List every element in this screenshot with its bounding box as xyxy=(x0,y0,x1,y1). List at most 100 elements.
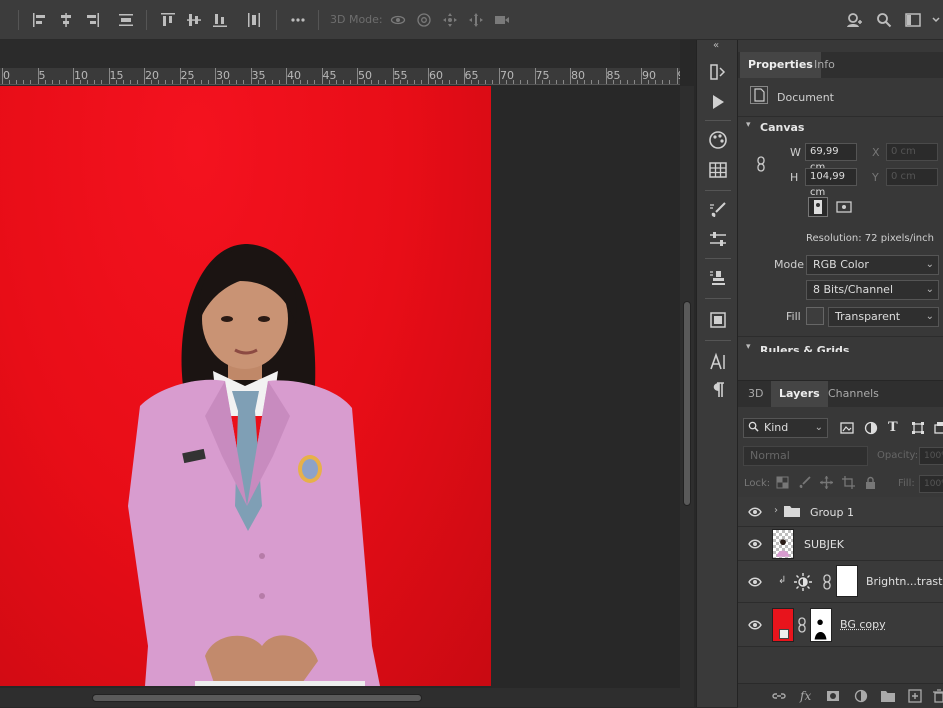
roll-3d-icon[interactable] xyxy=(416,12,432,28)
layer-thumbnail xyxy=(772,608,794,642)
lock-artboard-icon[interactable] xyxy=(842,476,855,489)
lock-image-pixels-icon[interactable] xyxy=(798,476,811,489)
portrait-orientation-button[interactable] xyxy=(808,197,828,217)
color-mode-dropdown[interactable]: RGB Color ⌄ xyxy=(806,255,939,275)
ruler-tick xyxy=(449,80,450,84)
canvas-workspace[interactable] xyxy=(0,86,680,688)
swatches-grid-icon[interactable] xyxy=(708,160,728,180)
slide-3d-icon[interactable] xyxy=(468,12,484,28)
canvas-section-title[interactable]: Canvas xyxy=(760,121,804,134)
document-canvas-photo[interactable] xyxy=(0,86,491,686)
ruler-tick xyxy=(677,68,678,84)
layer-kind-filter-dropdown[interactable]: Kind ⌄ xyxy=(743,418,828,438)
align-top-icon[interactable] xyxy=(160,12,176,28)
glyphs-panel-icon[interactable] xyxy=(708,310,728,330)
layer-row-subjek[interactable]: SUBJEK xyxy=(738,527,943,561)
opacity-field[interactable]: 100% xyxy=(919,447,943,465)
chevron-down-icon[interactable]: ▾ xyxy=(746,342,751,352)
link-dimensions-icon[interactable] xyxy=(756,156,766,172)
history-icon[interactable] xyxy=(708,62,728,82)
visibility-eye-icon[interactable] xyxy=(748,576,762,588)
delete-layer-trash-icon[interactable] xyxy=(932,689,943,703)
filter-smart-object-icon[interactable] xyxy=(933,421,943,435)
add-mask-icon[interactable] xyxy=(826,689,840,703)
separator xyxy=(146,10,147,30)
link-layers-icon[interactable] xyxy=(772,689,786,703)
share-user-icon[interactable] xyxy=(846,12,862,28)
landscape-orientation-button[interactable] xyxy=(834,197,854,217)
pan-3d-icon[interactable] xyxy=(442,12,458,28)
lock-all-icon[interactable] xyxy=(864,476,877,489)
collapse-panels-icon[interactable]: « xyxy=(713,40,719,51)
lock-transparent-pixels-icon[interactable] xyxy=(776,476,789,489)
align-left-icon[interactable] xyxy=(32,12,48,28)
tab-info[interactable]: Info xyxy=(806,52,843,78)
layer-row-group-1[interactable]: › Group 1 xyxy=(738,497,943,527)
layer-style-fx-icon[interactable]: fx xyxy=(800,689,814,703)
visibility-eye-icon[interactable] xyxy=(748,619,762,631)
ruler-tick xyxy=(52,80,53,84)
fill-dropdown[interactable]: Transparent ⌄ xyxy=(828,307,939,327)
distribute-vertical-icon[interactable] xyxy=(246,12,262,28)
search-icon[interactable] xyxy=(876,12,892,28)
layer-name: Group 1 xyxy=(810,506,854,519)
clone-source-stamp-icon[interactable] xyxy=(708,268,728,288)
orbit-3d-icon[interactable] xyxy=(390,12,406,28)
filter-pixel-icon[interactable] xyxy=(840,421,854,435)
new-layer-icon[interactable] xyxy=(908,689,922,703)
tab-3d[interactable]: 3D xyxy=(740,381,771,407)
vertical-scrollbar[interactable] xyxy=(680,86,694,688)
clipping-mask-arrow-icon: ↲ xyxy=(778,575,786,586)
horizontal-scrollbar[interactable] xyxy=(0,688,694,707)
distribute-icon[interactable] xyxy=(118,12,134,28)
ruler-tick xyxy=(634,80,635,84)
scrollbar-thumb[interactable] xyxy=(683,301,691,506)
visibility-eye-icon[interactable] xyxy=(748,506,762,518)
color-palette-icon[interactable] xyxy=(708,130,728,150)
adjustments-sliders-icon[interactable] xyxy=(708,229,728,249)
chevron-right-icon[interactable]: › xyxy=(774,505,778,516)
ruler-tick xyxy=(662,80,663,84)
workspace-switcher-icon[interactable] xyxy=(905,12,921,28)
layer-mask-thumbnail[interactable] xyxy=(810,608,832,642)
rulers-grids-section-title[interactable]: Rulers & Grids xyxy=(760,344,849,352)
play-actions-icon[interactable] xyxy=(708,92,728,112)
align-right-icon[interactable] xyxy=(84,12,100,28)
align-vertical-center-icon[interactable] xyxy=(186,12,202,28)
height-field[interactable]: 104,99 cm xyxy=(805,168,857,186)
paragraph-panel-icon[interactable] xyxy=(708,380,728,400)
visibility-eye-icon[interactable] xyxy=(748,538,762,550)
layer-row-brightness-contrast[interactable]: ↲ Brightn...trast 2 xyxy=(738,561,943,603)
width-field[interactable]: 69,99 cm xyxy=(805,143,857,161)
tab-channels[interactable]: Channels xyxy=(820,381,887,407)
fill-color-swatch[interactable] xyxy=(806,307,824,325)
layer-row-bg-copy[interactable]: BG copy xyxy=(738,603,943,647)
align-horizontal-center-icon[interactable] xyxy=(58,12,74,28)
lock-position-icon[interactable] xyxy=(820,476,833,489)
layer-mask-thumbnail[interactable] xyxy=(836,565,858,597)
more-options-icon[interactable] xyxy=(290,12,306,28)
document-label: Document xyxy=(777,91,834,104)
x-field[interactable]: 0 cm xyxy=(886,143,938,161)
filter-shape-icon[interactable] xyxy=(911,421,925,435)
chevron-down-icon[interactable]: ▾ xyxy=(746,120,751,130)
new-adjustment-layer-icon[interactable] xyxy=(854,689,868,703)
align-bottom-icon[interactable] xyxy=(212,12,228,28)
new-group-folder-icon[interactable] xyxy=(881,689,895,703)
filter-type-icon[interactable]: T xyxy=(888,420,898,435)
video-camera-icon[interactable] xyxy=(494,12,510,28)
character-panel-icon[interactable] xyxy=(708,352,728,372)
fill-field[interactable]: 100% xyxy=(919,475,943,493)
chevron-down-icon[interactable] xyxy=(928,12,938,28)
bit-depth-dropdown[interactable]: 8 Bits/Channel ⌄ xyxy=(806,280,939,300)
mask-link-icon[interactable] xyxy=(797,617,807,633)
y-field[interactable]: 0 cm xyxy=(886,168,938,186)
brush-settings-icon[interactable] xyxy=(708,200,728,220)
mask-link-icon[interactable] xyxy=(822,574,832,590)
ruler-tick xyxy=(492,80,493,84)
blend-mode-dropdown[interactable]: Normal xyxy=(743,446,868,466)
ruler-tick xyxy=(307,80,308,84)
scrollbar-thumb[interactable] xyxy=(92,694,422,702)
ruler-tick xyxy=(286,68,287,84)
filter-adjustment-icon[interactable] xyxy=(864,421,878,435)
